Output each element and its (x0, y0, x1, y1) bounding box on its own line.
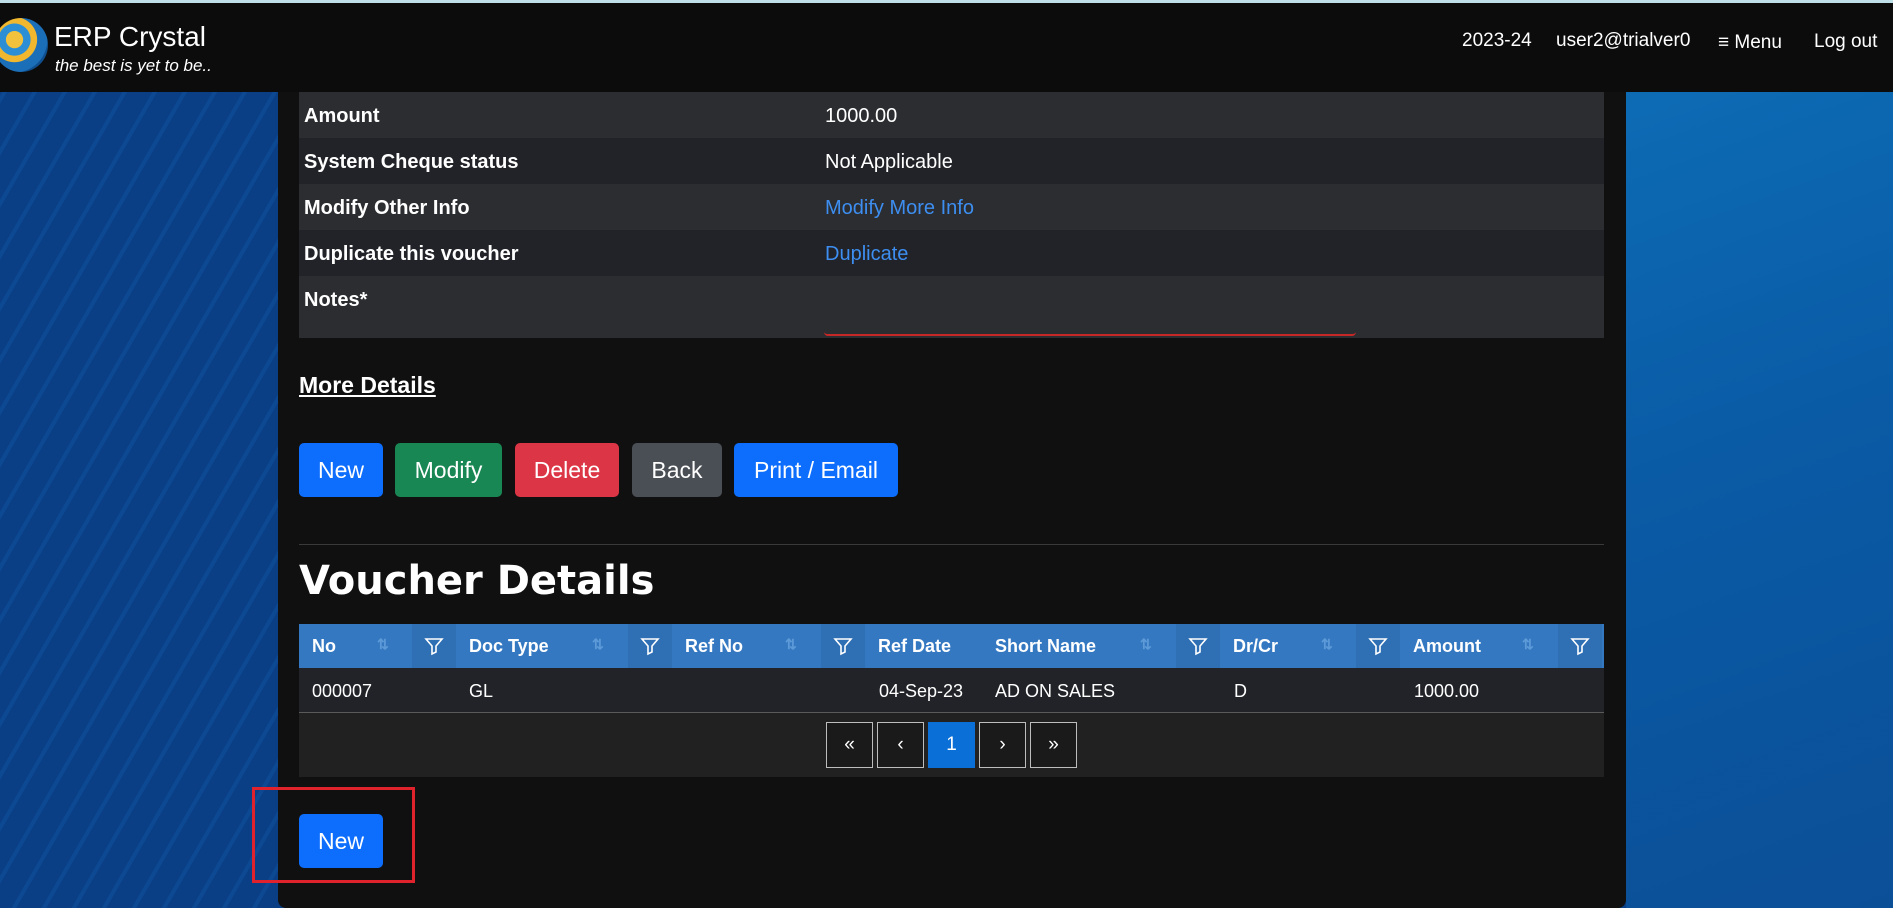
column-header-ref-date[interactable]: Ref Date (865, 624, 982, 668)
section-title: Voucher Details (299, 558, 655, 604)
cell-no: 000007 (312, 681, 373, 701)
info-label: System Cheque status (304, 151, 519, 173)
brand-subtitle: the best is yet to be.. (55, 56, 212, 75)
sort-icon[interactable]: ⇅ (1321, 636, 1333, 653)
filter-icon[interactable] (1356, 624, 1400, 668)
info-label: Duplicate this voucher (304, 243, 519, 265)
table-row[interactable]: 000007 GL 04-Sep-23 AD ON SALES D 1000.0… (299, 668, 1604, 713)
next-page-button[interactable]: › (979, 722, 1026, 768)
sort-icon[interactable]: ⇅ (1140, 636, 1152, 653)
sort-icon[interactable]: ⇅ (592, 636, 604, 653)
menu-button[interactable]: ≡ Menu (1718, 32, 1782, 54)
bottom-new-button[interactable]: New (299, 814, 383, 868)
last-page-button[interactable]: » (1030, 722, 1077, 768)
more-details-link[interactable]: More Details (299, 372, 436, 399)
column-label: Short Name (995, 636, 1097, 656)
filter-icon[interactable] (821, 624, 865, 668)
print-email-button[interactable]: Print / Email (734, 443, 898, 497)
column-header-doc-type[interactable]: Doc Type ⇅ (456, 624, 672, 668)
first-page-button[interactable]: « (826, 722, 873, 768)
filter-icon[interactable] (628, 624, 672, 668)
page-1-button[interactable]: 1 (928, 722, 975, 768)
info-row-cheque-status: System Cheque status Not Applicable (299, 138, 1604, 184)
column-label: No (312, 636, 336, 656)
voucher-info-table: Amount 1000.00 System Cheque status Not … (299, 92, 1604, 338)
user-name[interactable]: user2@trialver0 (1556, 30, 1690, 52)
info-label: Notes* (304, 289, 368, 311)
modify-more-info-link[interactable]: Modify More Info (825, 197, 974, 220)
prev-page-button[interactable]: ‹ (877, 722, 924, 768)
navbar: ERP Crystal the best is yet to be.. 2023… (0, 3, 1893, 92)
info-row-amount: Amount 1000.00 (299, 92, 1604, 138)
column-label: Ref Date (878, 636, 952, 656)
column-header-ref-no[interactable]: Ref No ⇅ (672, 624, 865, 668)
delete-button[interactable]: Delete (515, 443, 619, 497)
filter-icon[interactable] (1176, 624, 1220, 668)
back-button[interactable]: Back (632, 443, 722, 497)
column-label: Doc Type (469, 636, 549, 656)
cell-ref-date: 04-Sep-23 (879, 681, 964, 701)
info-row-modify-other: Modify Other Info Modify More Info (299, 184, 1604, 230)
modify-button[interactable]: Modify (395, 443, 502, 497)
column-label: Amount (1413, 636, 1481, 656)
column-header-no[interactable]: No ⇅ (299, 624, 456, 668)
sort-icon[interactable]: ⇅ (1522, 636, 1534, 653)
info-value: Not Applicable (825, 151, 953, 173)
column-header-amount[interactable]: Amount ⇅ (1400, 624, 1604, 668)
background-right (1626, 0, 1893, 908)
notes-input[interactable] (824, 280, 1356, 336)
info-label: Modify Other Info (304, 197, 470, 219)
column-header-drcr[interactable]: Dr/Cr ⇅ (1220, 624, 1400, 668)
cell-short-name: AD ON SALES (995, 681, 1116, 701)
column-header-short-name[interactable]: Short Name ⇅ (982, 624, 1220, 668)
cell-doc-type: GL (469, 681, 494, 701)
info-value: 1000.00 (825, 105, 898, 127)
duplicate-link[interactable]: Duplicate (825, 243, 908, 266)
column-label: Ref No (685, 636, 743, 656)
brand-title[interactable]: ERP Crystal (54, 21, 206, 53)
info-row-duplicate: Duplicate this voucher Duplicate (299, 230, 1604, 276)
cell-drcr: D (1234, 681, 1247, 701)
logout-link[interactable]: Log out (1814, 31, 1877, 53)
info-row-notes: Notes* (299, 276, 1604, 338)
financial-year[interactable]: 2023-24 (1462, 30, 1532, 52)
info-label: Amount (304, 105, 380, 127)
sort-icon[interactable]: ⇅ (785, 636, 797, 653)
globe-logo-icon[interactable] (0, 18, 48, 72)
grid-header: No ⇅ Doc Type ⇅ Ref No ⇅ Ref Date Short … (299, 624, 1604, 668)
filter-icon[interactable] (412, 624, 456, 668)
column-label: Dr/Cr (1233, 636, 1279, 656)
pagination: « ‹ 1 › » (299, 713, 1604, 777)
new-button[interactable]: New (299, 443, 383, 497)
section-divider (299, 544, 1604, 545)
cell-amount: 1000.00 (1414, 681, 1480, 701)
filter-icon[interactable] (1558, 624, 1602, 668)
sort-icon[interactable]: ⇅ (377, 636, 389, 653)
